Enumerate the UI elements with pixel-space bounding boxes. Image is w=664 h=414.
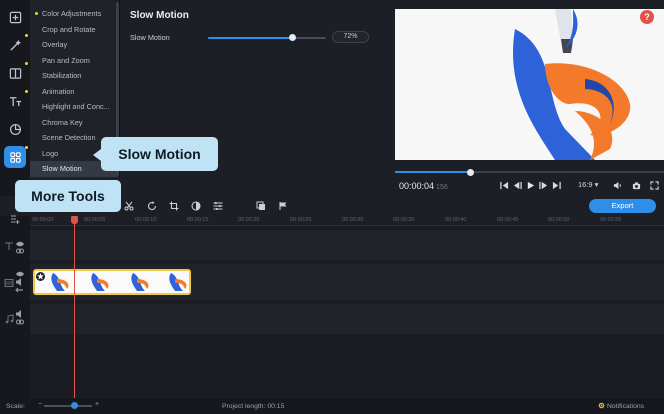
timecode: 00:00:04 156	[399, 181, 448, 191]
timeline-ruler[interactable]: 00:00:00 00:00:05 00:00:10 00:00:15 00:0…	[30, 216, 664, 226]
step-back-icon[interactable]	[511, 179, 523, 191]
scale-slider[interactable]	[44, 405, 92, 407]
ruler-tick: 00:00:05	[84, 217, 106, 223]
play-icon[interactable]	[524, 179, 536, 191]
volume-icon[interactable]	[611, 179, 623, 191]
new-dot	[25, 34, 28, 37]
add-track-icon[interactable]	[9, 213, 21, 225]
magic-wand-icon[interactable]	[4, 34, 28, 56]
titles-icon[interactable]	[4, 90, 28, 112]
link-icon[interactable]	[14, 284, 26, 296]
clip-thumbnails	[35, 271, 189, 293]
zoom-in-icon[interactable]: +	[95, 401, 99, 408]
menu-item-pan-and-zoom[interactable]: Pan and Zoom	[30, 53, 118, 69]
new-dot	[25, 90, 28, 93]
clip-properties-icon[interactable]	[212, 200, 224, 212]
slider-label: Slow Motion	[130, 33, 170, 42]
crop-icon[interactable]	[168, 200, 180, 212]
ruler-tick: 00:00:55	[600, 217, 622, 223]
new-dot	[35, 12, 38, 15]
import-icon[interactable]	[4, 6, 26, 28]
rotate-icon[interactable]	[146, 200, 158, 212]
ruler-tick: 00:00:25	[290, 217, 312, 223]
slider-handle[interactable]	[289, 33, 297, 41]
video-clip[interactable]	[33, 269, 191, 295]
notifications-link[interactable]: Notifications	[607, 403, 644, 410]
menu-item-color-adjustments[interactable]: Color Adjustments	[30, 6, 118, 22]
slow-motion-slider[interactable]	[208, 33, 326, 41]
menu-item-crop-and-rotate[interactable]: Crop and Rotate	[30, 22, 118, 38]
notifications-gear-icon[interactable]	[598, 402, 605, 409]
stickers-icon[interactable]	[4, 118, 26, 140]
ruler-tick: 00:00:40	[445, 217, 467, 223]
ruler-tick: 00:00:50	[548, 217, 570, 223]
ruler-tick: 00:00:30	[342, 217, 364, 223]
zoom-out-icon[interactable]: −	[38, 401, 42, 408]
project-length: Project length: 00:15	[222, 403, 285, 410]
link-icon[interactable]	[14, 316, 26, 328]
callout-more-tools: More Tools	[15, 180, 121, 212]
ruler-tick: 00:00:35	[393, 217, 415, 223]
callout-slow-motion: Slow Motion	[93, 137, 218, 171]
panel-title: Slow Motion	[130, 10, 189, 21]
progress-fill	[395, 171, 471, 173]
ruler-tick: 00:00:45	[497, 217, 519, 223]
preview-frame	[395, 9, 664, 160]
menu-item-overlay[interactable]: Overlay	[30, 37, 118, 53]
color-adjust-icon[interactable]	[190, 200, 202, 212]
audio-track[interactable]	[30, 304, 664, 334]
cut-icon[interactable]	[123, 200, 135, 212]
scale-label: Scale:	[6, 403, 25, 410]
new-dot	[25, 62, 28, 65]
status-bar: Scale: − + Project length: 00:15 Notific…	[0, 398, 664, 414]
more-tools-icon[interactable]	[4, 146, 28, 168]
ruler-tick: 00:00:00	[32, 217, 54, 223]
fullscreen-icon[interactable]	[648, 179, 660, 191]
marker-flag-icon[interactable]	[277, 200, 289, 212]
skip-start-icon[interactable]	[498, 179, 510, 191]
menu-item-highlight-and-conceal[interactable]: Highlight and Conc...	[30, 99, 118, 115]
new-dot	[25, 146, 28, 149]
title-track[interactable]	[30, 230, 664, 260]
ruler-tick: 00:00:20	[238, 217, 260, 223]
playhead[interactable]	[74, 216, 75, 398]
slider-value-field[interactable]: 72%	[332, 31, 369, 43]
ruler-tick: 00:00:10	[135, 217, 157, 223]
aspect-ratio-select[interactable]: 16:9 ▾	[578, 180, 598, 189]
progress-handle[interactable]	[466, 168, 474, 176]
menu-item-animation[interactable]: Animation	[30, 84, 118, 100]
video-editor-app: Color Adjustments Crop and Rotate Overla…	[0, 0, 664, 414]
preview-progress-bar[interactable]	[395, 168, 664, 176]
record-voiceover-icon[interactable]	[255, 200, 267, 212]
snapshot-icon[interactable]	[630, 179, 642, 191]
export-button[interactable]: Export	[589, 199, 656, 213]
ruler-tick: 00:00:15	[187, 217, 209, 223]
menu-item-chroma-key[interactable]: Chroma Key	[30, 115, 118, 131]
skip-end-icon[interactable]	[550, 179, 562, 191]
playhead-handle[interactable]	[71, 216, 78, 224]
transitions-icon[interactable]	[4, 62, 28, 84]
scale-slider-handle[interactable]	[71, 402, 78, 409]
clip-effect-icon[interactable]	[36, 272, 45, 281]
link-icon[interactable]	[14, 245, 26, 257]
left-toolbar	[0, 0, 30, 200]
video-preview	[395, 9, 664, 160]
help-icon[interactable]: ?	[640, 10, 654, 24]
slider-fill	[208, 36, 293, 39]
menu-item-stabilization[interactable]: Stabilization	[30, 68, 118, 84]
step-forward-icon[interactable]	[537, 179, 549, 191]
